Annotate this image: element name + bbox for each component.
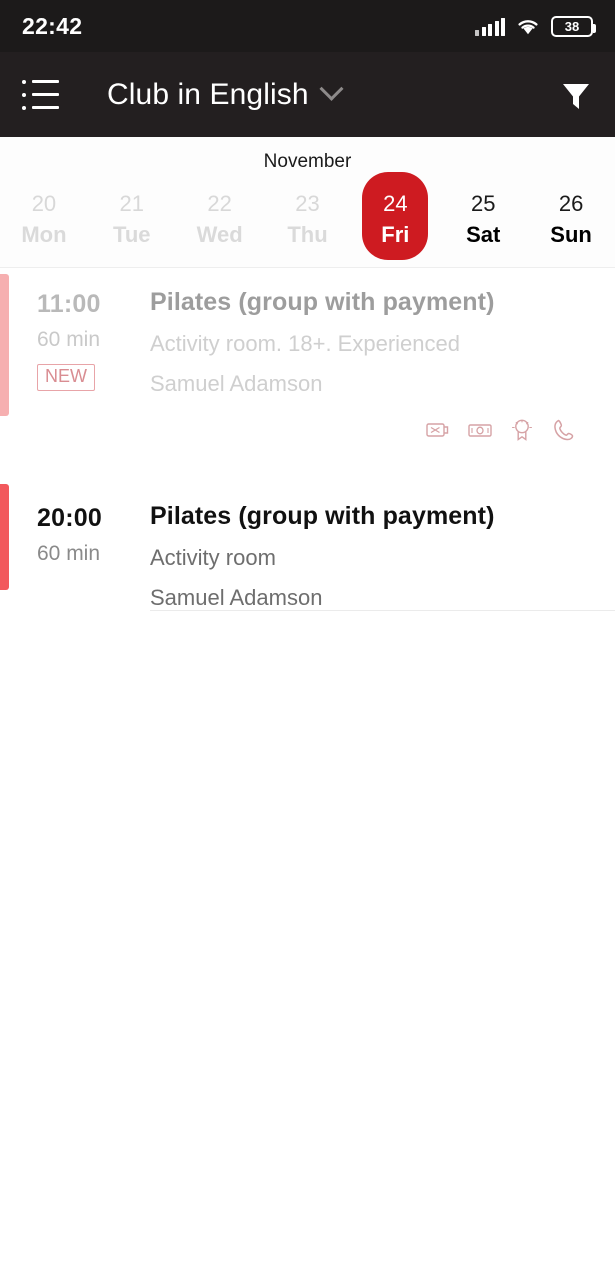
event-title: Pilates (group with payment) xyxy=(150,288,495,316)
filter-funnel-icon[interactable] xyxy=(559,78,593,112)
day-number: 23 xyxy=(295,191,320,216)
event-icon-row xyxy=(150,417,605,443)
battery-icon: 38 xyxy=(551,15,596,37)
day-number: 26 xyxy=(558,191,584,216)
event-duration: 60 min xyxy=(37,328,101,351)
date-strip: November 20 Mon 21 Tue 22 Wed 23 Thu 24 … xyxy=(0,137,615,268)
day-cell-23[interactable]: 23 Thu xyxy=(264,182,352,257)
event-accent-bar xyxy=(0,274,9,416)
day-cell-24-selected[interactable]: 24 Fri xyxy=(351,172,439,260)
event-subtitle: Activity room xyxy=(150,545,276,570)
wifi-icon xyxy=(516,17,540,36)
day-number: 25 xyxy=(470,191,496,216)
day-weekday: Fri xyxy=(381,222,410,247)
day-weekday: Sat xyxy=(466,222,501,247)
event-details: Pilates (group with payment) Activity ro… xyxy=(150,268,615,443)
day-cell-22[interactable]: 22 Wed xyxy=(176,182,264,257)
event-subtitle: Activity room. 18+. Experienced xyxy=(150,331,460,356)
day-cell-25[interactable]: 25 Sat xyxy=(439,182,527,257)
event-coach: Samuel Adamson xyxy=(150,585,323,610)
day-cell-20[interactable]: 20 Mon xyxy=(0,182,88,257)
cash-payment-icon[interactable] xyxy=(467,417,493,443)
chevron-down-icon[interactable] xyxy=(319,76,344,101)
month-label: November xyxy=(263,151,352,172)
signal-bars-icon xyxy=(475,17,505,36)
day-weekday: Tue xyxy=(113,222,151,247)
event-meta: 11:00 60 min NEW xyxy=(9,268,150,440)
day-weekday: Sun xyxy=(550,222,592,247)
day-weekday: Wed xyxy=(196,222,243,247)
list-menu-icon[interactable] xyxy=(22,79,62,110)
event-row-2000[interactable]: 20:00 60 min Pilates (group with payment… xyxy=(0,482,615,610)
no-card-payment-icon[interactable] xyxy=(425,417,451,443)
page-title[interactable]: Club in English xyxy=(107,78,309,112)
event-coach: Samuel Adamson xyxy=(150,371,323,396)
status-time: 22:42 xyxy=(22,12,83,39)
event-row-1100[interactable]: 11:00 60 min NEW Pilates (group with pay… xyxy=(0,268,615,443)
event-time: 11:00 xyxy=(37,290,101,318)
day-number: 24 xyxy=(383,191,408,216)
event-meta: 20:00 60 min xyxy=(9,482,150,610)
event-spacer xyxy=(0,440,615,482)
day-weekday: Thu xyxy=(287,222,328,247)
event-details: Pilates (group with payment) Activity ro… xyxy=(150,482,615,610)
battery-level: 38 xyxy=(564,18,580,34)
event-accent-bar xyxy=(0,484,9,590)
app-bar: Club in English xyxy=(0,52,615,137)
day-cell-21[interactable]: 21 Tue xyxy=(88,182,176,257)
event-title: Pilates (group with payment) xyxy=(150,502,495,530)
phone-call-icon[interactable] xyxy=(551,417,577,443)
day-weekday: Mon xyxy=(21,222,67,247)
event-duration: 60 min xyxy=(37,542,101,565)
award-ribbon-icon[interactable] xyxy=(509,417,535,443)
status-bar: 22:42 38 xyxy=(0,0,615,52)
day-cell-26[interactable]: 26 Sun xyxy=(527,182,615,257)
status-badge-new: NEW xyxy=(37,364,95,391)
event-time: 20:00 xyxy=(37,504,102,532)
status-indicators: 38 xyxy=(475,15,596,37)
day-number: 20 xyxy=(31,191,57,216)
day-number: 22 xyxy=(207,191,232,216)
day-number: 21 xyxy=(119,191,145,216)
day-list: 20 Mon 21 Tue 22 Wed 23 Thu 24 Fri 25 Sa… xyxy=(0,172,615,260)
event-list: 11:00 60 min NEW Pilates (group with pay… xyxy=(0,268,615,611)
